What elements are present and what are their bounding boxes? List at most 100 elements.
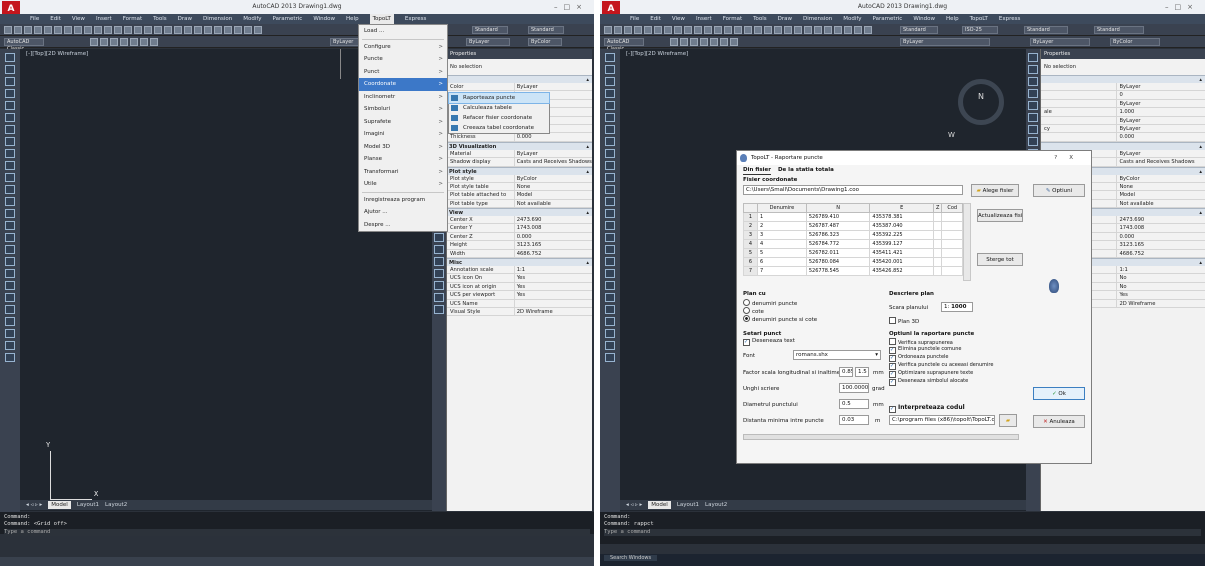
table-cell[interactable]: 2	[757, 221, 807, 231]
dist-input[interactable]: 0.03	[839, 415, 869, 425]
props-section-general[interactable]	[1041, 75, 1205, 84]
props-row-general[interactable]: 0.000	[1041, 133, 1205, 142]
menu-insert[interactable]: Insert	[696, 14, 712, 24]
command-input[interactable]: Type a command	[4, 529, 590, 536]
menu-dimension[interactable]: Dimension	[203, 14, 232, 24]
menu-item-imagini[interactable]: Imagini >	[359, 128, 447, 141]
viewport-label[interactable]: [-][Top][2D Wireframe]	[26, 51, 88, 57]
table-row[interactable]: 5 5 526782.011 435411.421	[743, 248, 963, 258]
table-cell[interactable]: 5	[757, 248, 807, 258]
table-cell[interactable]: 435387.040	[869, 221, 934, 231]
table-cell[interactable]: 526778.545	[805, 266, 871, 276]
option-checkbox-1[interactable]: Verifica suprapunerea	[889, 338, 1019, 346]
menu-item-transformari[interactable]: Transformari >	[359, 166, 447, 179]
diam-input[interactable]: 0.5	[839, 399, 869, 409]
toolbar-icons[interactable]	[4, 26, 262, 34]
draw-toolbar[interactable]	[600, 49, 620, 514]
menu-parametric[interactable]: Parametric	[273, 14, 303, 24]
workspace-combo[interactable]: AutoCAD Classic	[604, 38, 644, 52]
props-section-3d[interactable]: 3D Visualization	[447, 141, 592, 151]
table-header-z[interactable]: Z	[932, 203, 943, 213]
menu-format[interactable]: Format	[723, 14, 742, 24]
plotstyle-combo[interactable]: ByColor	[1110, 38, 1160, 46]
menu-format[interactable]: Format	[123, 14, 142, 24]
table-header-cod[interactable]: Cod	[941, 203, 963, 213]
tab-layout1[interactable]: Layout1	[677, 500, 699, 510]
menu-topolt[interactable]: TopoLT	[970, 14, 988, 24]
menu-edit[interactable]: Edit	[650, 14, 661, 24]
props-row-general[interactable]: 0	[1041, 91, 1205, 100]
cancel-button[interactable]: ✕ Anuleaza	[1033, 415, 1085, 428]
ok-button[interactable]: ✓ Ok	[1033, 387, 1085, 400]
tab-model[interactable]: Model	[648, 501, 671, 509]
table-cell[interactable]: 526780.084	[805, 257, 871, 267]
selection-combo[interactable]: No selection	[1041, 59, 1205, 75]
menu-item-inclinometr[interactable]: Inclinometr >	[359, 91, 447, 104]
menu-express[interactable]: Express	[405, 14, 426, 24]
menu-tools[interactable]: Tools	[753, 14, 767, 24]
menu-item-load[interactable]: Load ...	[359, 25, 447, 38]
table-cell[interactable]	[932, 230, 943, 240]
plotstyle-combo[interactable]: ByColor	[528, 38, 562, 46]
table-row[interactable]: 4 4 526784.772 435399.127	[743, 239, 963, 249]
menu-dimension[interactable]: Dimension	[803, 14, 832, 24]
menu-insert[interactable]: Insert	[96, 14, 112, 24]
table-row[interactable]: 7 7 526778.545 435426.852	[743, 266, 963, 276]
props-row-3d[interactable]: Material ByLayer	[447, 149, 592, 159]
menu-item-configure[interactable]: Configure >	[359, 41, 447, 54]
props-row-misc[interactable]: UCS icon at origin Yes	[447, 282, 592, 292]
table-cell[interactable]: 7	[757, 266, 807, 276]
table-cell[interactable]: 3	[757, 230, 807, 240]
table-cell[interactable]	[941, 266, 963, 276]
submenu-item-3[interactable]: Refacer fisier coordonate	[449, 113, 549, 123]
props-row-plot[interactable]: Plot table attached to Model	[447, 191, 592, 200]
browse-code-button[interactable]: ▰	[999, 414, 1017, 427]
props-row-view[interactable]: Width 4686.752	[447, 249, 592, 259]
command-line[interactable]: Command: Command: <Grid off> Type a comm…	[0, 512, 594, 536]
tab-nav-arrows[interactable]: ◂ ◃ ▹ ▸	[626, 500, 642, 510]
tab-nav-arrows[interactable]: ◂ ◃ ▹ ▸	[26, 500, 42, 510]
menu-help[interactable]: Help	[346, 14, 359, 24]
tab-layout1[interactable]: Layout1	[77, 500, 99, 510]
choose-file-button[interactable]: ▰ Alege fisier	[971, 184, 1019, 197]
menu-item-inregistreaza-program[interactable]: Inregistreaza program	[359, 194, 447, 207]
points-table[interactable]: Denumire N E Z Cod 1 1 526789.410 435378.381 2 2 52…	[743, 203, 963, 276]
table-cell[interactable]: 4	[757, 239, 807, 249]
option-checkbox-6[interactable]: Deseneaza simbolul alocate	[889, 378, 1019, 386]
radio-denumiri[interactable]: denumiri puncte	[743, 299, 797, 307]
viewport-label[interactable]: [-][Top][2D Wireframe]	[626, 51, 688, 57]
radio-denumiri-cote[interactable]: denumiri puncte si cote	[743, 315, 817, 323]
menu-modify[interactable]: Modify	[843, 14, 861, 24]
table-cell[interactable]	[932, 248, 943, 258]
menu-item-model-3d[interactable]: Model 3D >	[359, 141, 447, 154]
menu-help[interactable]: Help	[946, 14, 959, 24]
props-row-misc[interactable]: UCS icon On Yes	[447, 274, 592, 283]
linetype-combo[interactable]: ByLayer	[466, 38, 510, 46]
table-row[interactable]: 2 2 526787.487 435387.040	[743, 221, 963, 231]
props-row-view[interactable]: Height 3123.165	[447, 241, 592, 250]
table-cell[interactable]: 526782.011	[805, 248, 871, 258]
text-style-combo[interactable]: Standard	[472, 26, 508, 34]
text-style-combo[interactable]: Standard	[900, 26, 938, 34]
submenu-item-2[interactable]: Calculeaza tabele	[449, 103, 549, 113]
props-row-misc[interactable]: UCS per viewport Yes	[447, 291, 592, 300]
props-section-plot[interactable]: Plot style	[447, 166, 592, 176]
props-section-3d[interactable]	[1041, 141, 1205, 151]
props-row-view[interactable]: Center Y 1743.008	[447, 224, 592, 233]
table-style-combo[interactable]: Standard	[1024, 26, 1068, 34]
taskbar-search[interactable]: Search Windows	[604, 555, 658, 561]
submenu-item-4[interactable]: Creeaza tabel coordonate	[449, 123, 549, 133]
menu-item-utile[interactable]: Utile >	[359, 178, 447, 191]
table-row[interactable]: 6 6 526780.084 435420.001	[743, 257, 963, 267]
tab-statia-totala[interactable]: De la statia totala	[778, 165, 834, 175]
menu-item-puncte[interactable]: Puncte >	[359, 53, 447, 66]
tab-model[interactable]: Model	[48, 501, 71, 509]
file-path-input[interactable]: C:\Users\Small\Documents\Drawing1.coo	[743, 185, 963, 195]
table-cell[interactable]	[941, 221, 963, 231]
options-button[interactable]: ✎ Optiuni	[1033, 184, 1085, 197]
table-cell[interactable]: 526787.487	[805, 221, 871, 231]
viewcube-compass[interactable]: N	[958, 79, 1004, 125]
props-row-misc[interactable]: Annotation scale 1:1	[447, 266, 592, 275]
factor-b-input[interactable]: 1.5	[855, 367, 869, 377]
menu-view[interactable]: View	[72, 14, 85, 24]
